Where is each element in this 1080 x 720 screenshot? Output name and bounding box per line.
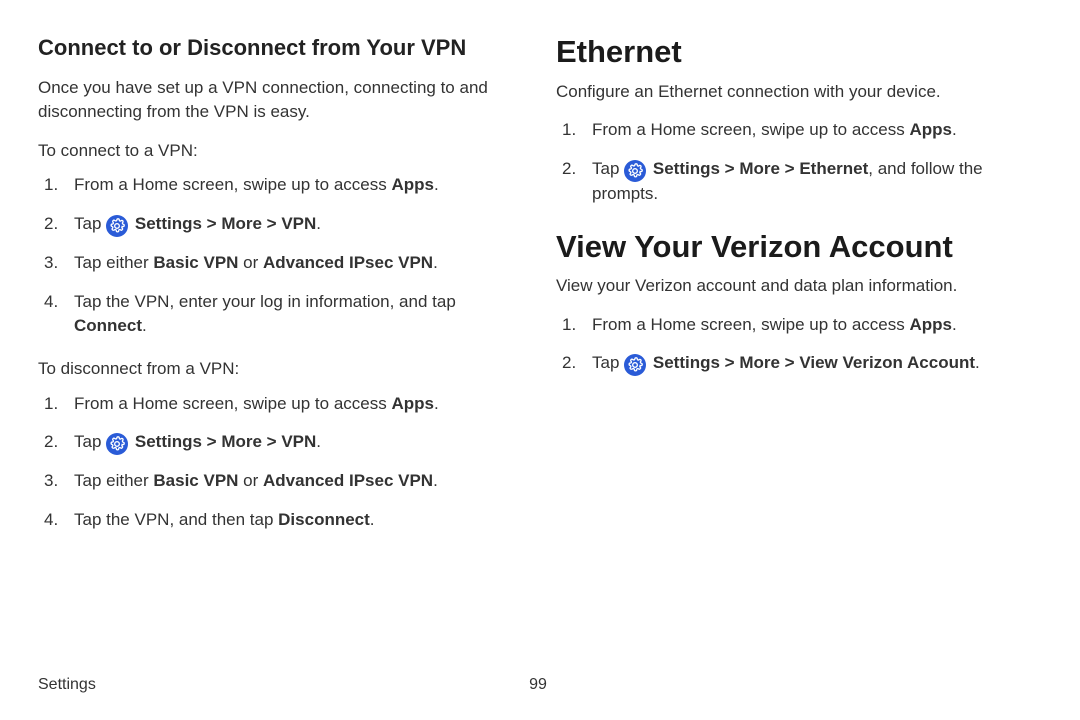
verizon-intro-text: View your Verizon account and data plan … <box>556 274 1038 299</box>
separator: > <box>780 159 799 178</box>
step-text: Tap <box>592 159 624 178</box>
more-label: More <box>739 353 780 372</box>
step-text: From a Home screen, swipe up to access <box>74 175 391 194</box>
more-label: More <box>739 159 780 178</box>
step-text: . <box>952 315 957 334</box>
vpn-section-heading: Connect to or Disconnect from Your VPN <box>38 34 520 62</box>
step-text: . <box>952 120 957 139</box>
settings-label: Settings <box>653 353 720 372</box>
disconnect-label-bold: Disconnect <box>278 510 370 529</box>
step-text: . <box>142 316 147 335</box>
list-item: Tap Settings > More > View Verizon Accou… <box>556 351 1038 376</box>
step-text: . <box>975 353 980 372</box>
page-number: 99 <box>529 676 547 694</box>
step-text: . <box>433 471 438 490</box>
step-text: or <box>238 253 263 272</box>
basic-vpn-label: Basic VPN <box>153 253 238 272</box>
step-text: . <box>434 175 439 194</box>
apps-label: Apps <box>391 175 434 194</box>
vpn-label: VPN <box>281 432 316 451</box>
more-label: More <box>221 432 262 451</box>
step-text: From a Home screen, swipe up to access <box>592 120 909 139</box>
connect-label-bold: Connect <box>74 316 142 335</box>
separator: > <box>780 353 799 372</box>
step-text: Tap <box>74 432 106 451</box>
settings-icon <box>106 215 128 237</box>
list-item: From a Home screen, swipe up to access A… <box>38 173 520 198</box>
step-text: Tap either <box>74 253 153 272</box>
step-text: Tap the VPN, and then tap <box>74 510 278 529</box>
settings-label: Settings <box>653 159 720 178</box>
step-text: From a Home screen, swipe up to access <box>74 394 391 413</box>
advanced-ipsec-label: Advanced IPsec VPN <box>263 471 433 490</box>
apps-label: Apps <box>909 120 952 139</box>
step-text: Tap either <box>74 471 153 490</box>
content-columns: Connect to or Disconnect from Your VPN O… <box>38 34 1038 551</box>
step-text: . <box>370 510 375 529</box>
left-column: Connect to or Disconnect from Your VPN O… <box>38 34 520 551</box>
right-column: Ethernet Configure an Ethernet connectio… <box>556 34 1038 551</box>
separator: > <box>720 159 739 178</box>
page-footer: Settings 99 <box>38 676 1038 694</box>
separator: > <box>202 432 221 451</box>
step-text: Tap <box>592 353 624 372</box>
settings-label: Settings <box>135 214 202 233</box>
list-item: Tap the VPN, enter your log in informati… <box>38 290 520 339</box>
separator: > <box>720 353 739 372</box>
separator: > <box>262 214 281 233</box>
step-text: From a Home screen, swipe up to access <box>592 315 909 334</box>
list-item: Tap Settings > More > VPN. <box>38 212 520 237</box>
apps-label: Apps <box>391 394 434 413</box>
ethernet-steps-list: From a Home screen, swipe up to access A… <box>556 118 1038 206</box>
step-text: . <box>316 432 321 451</box>
more-label: More <box>221 214 262 233</box>
step-text: Tap <box>74 214 106 233</box>
vpn-label: VPN <box>281 214 316 233</box>
step-text: . <box>434 394 439 413</box>
list-item: Tap Settings > More > VPN. <box>38 430 520 455</box>
list-item: Tap either Basic VPN or Advanced IPsec V… <box>38 469 520 494</box>
settings-icon <box>624 354 646 376</box>
settings-label: Settings <box>135 432 202 451</box>
step-text: Tap the VPN, enter your log in informati… <box>74 292 456 311</box>
verizon-heading: View Your Verizon Account <box>556 229 1038 265</box>
vpn-intro-text: Once you have set up a VPN connection, c… <box>38 76 520 125</box>
ethernet-heading: Ethernet <box>556 34 1038 70</box>
ethernet-label: Ethernet <box>799 159 868 178</box>
settings-icon <box>624 160 646 182</box>
disconnect-steps-list: From a Home screen, swipe up to access A… <box>38 392 520 533</box>
apps-label: Apps <box>909 315 952 334</box>
connect-steps-list: From a Home screen, swipe up to access A… <box>38 173 520 339</box>
list-item: Tap the VPN, and then tap Disconnect. <box>38 508 520 533</box>
separator: > <box>202 214 221 233</box>
list-item: Tap Settings > More > Ethernet, and foll… <box>556 157 1038 207</box>
verizon-steps-list: From a Home screen, swipe up to access A… <box>556 313 1038 377</box>
settings-icon <box>106 433 128 455</box>
list-item: From a Home screen, swipe up to access A… <box>556 313 1038 338</box>
separator: > <box>262 432 281 451</box>
ethernet-intro-text: Configure an Ethernet connection with yo… <box>556 80 1038 105</box>
step-text: . <box>433 253 438 272</box>
step-text: or <box>238 471 263 490</box>
advanced-ipsec-label: Advanced IPsec VPN <box>263 253 433 272</box>
footer-section-label: Settings <box>38 676 96 694</box>
list-item: From a Home screen, swipe up to access A… <box>38 392 520 417</box>
list-item: From a Home screen, swipe up to access A… <box>556 118 1038 143</box>
disconnect-label: To disconnect from a VPN: <box>38 357 520 382</box>
connect-label: To connect to a VPN: <box>38 139 520 164</box>
view-verizon-label: View Verizon Account <box>799 353 975 372</box>
step-text: . <box>316 214 321 233</box>
list-item: Tap either Basic VPN or Advanced IPsec V… <box>38 251 520 276</box>
basic-vpn-label: Basic VPN <box>153 471 238 490</box>
